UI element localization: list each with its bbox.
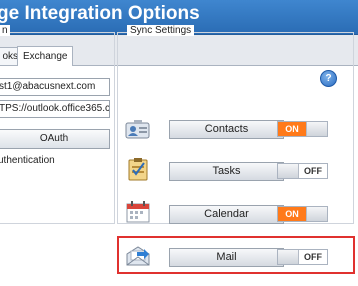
calendar-toggle-text: ON [278, 207, 306, 221]
tab-exchange[interactable]: Exchange [17, 46, 74, 66]
calendar-toggle-knob [306, 207, 327, 221]
contacts-icon [125, 120, 150, 139]
tasks-toggle-knob [278, 164, 299, 178]
contacts-toggle-text: ON [278, 122, 306, 136]
contacts-toggle[interactable]: ON [277, 121, 328, 137]
calendar-icon [126, 201, 150, 223]
tasks-toggle-text: OFF [304, 166, 322, 176]
calendar-toggle[interactable]: ON [277, 206, 328, 222]
contacts-button[interactable]: Contacts [169, 120, 284, 139]
sync-row-contacts: Contacts ON [0, 115, 358, 143]
connection-group-label: n [0, 25, 10, 36]
email-field[interactable]: st1@abacusnext.com [0, 78, 110, 96]
tasks-icon [128, 158, 148, 181]
sync-row-calendar: Calendar ON [0, 200, 358, 228]
calendar-button[interactable]: Calendar [169, 205, 284, 224]
contacts-toggle-knob [306, 122, 327, 136]
tasks-button[interactable]: Tasks [169, 162, 284, 181]
sync-row-tasks: Tasks OFF [0, 157, 358, 185]
window-title: ge Integration Options [0, 3, 200, 24]
mail-highlight-box [117, 236, 355, 274]
sync-settings-label: Sync Settings [127, 25, 195, 36]
tasks-toggle[interactable]: OFF [277, 163, 328, 179]
